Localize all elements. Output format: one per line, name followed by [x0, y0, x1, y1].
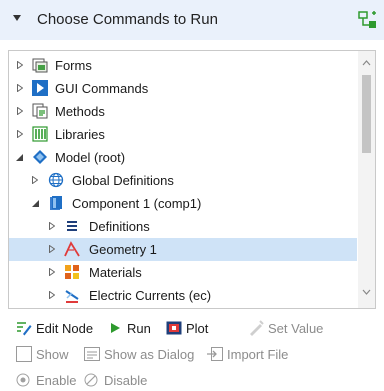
- show-as-dialog-button[interactable]: Show as Dialog: [84, 346, 200, 363]
- component-icon: [50, 196, 62, 210]
- import-file-button[interactable]: Import File: [207, 346, 307, 363]
- tree-item-label: Forms: [55, 58, 92, 73]
- collapse-arrow-icon[interactable]: [32, 200, 39, 207]
- tree-item-label: Component 1 (comp1): [72, 196, 202, 211]
- tree-item-label: Global Definitions: [72, 173, 174, 188]
- expand-arrow-icon[interactable]: [17, 130, 23, 138]
- tree-item-definitions[interactable]: Definitions: [9, 215, 357, 238]
- collapse-arrow-icon[interactable]: [16, 154, 23, 161]
- panel-header: Choose Commands to Run: [0, 0, 384, 40]
- tree-item-global-definitions[interactable]: Global Definitions: [9, 169, 357, 192]
- forms-icon: [32, 58, 48, 73]
- tree-options-icon[interactable]: [358, 10, 378, 30]
- tree-item-libraries[interactable]: Libraries: [9, 123, 357, 146]
- disable-icon: [84, 373, 98, 387]
- methods-icon: [32, 103, 48, 119]
- expand-arrow-icon[interactable]: [17, 107, 23, 115]
- edit-node-button[interactable]: Edit Node: [16, 320, 104, 337]
- set-value-icon: [250, 320, 264, 336]
- geometry-icon: [64, 241, 80, 257]
- model-root-icon: [33, 150, 47, 164]
- tree-item-label: Geometry 1: [89, 242, 157, 257]
- tree-item-label: Definitions: [89, 219, 150, 234]
- tree-item-label: Methods: [55, 104, 105, 119]
- libraries-icon: [32, 126, 48, 142]
- plot-button[interactable]: Plot: [166, 320, 228, 337]
- tree-item-methods[interactable]: Methods: [9, 100, 357, 123]
- scroll-up-arrow-icon[interactable]: [362, 59, 371, 67]
- panel-title: Choose Commands to Run: [37, 11, 218, 28]
- tree-scrollbar[interactable]: [358, 51, 375, 308]
- import-file-icon: [207, 347, 223, 361]
- tree-item-label: Libraries: [55, 127, 105, 142]
- disable-button[interactable]: Disable: [84, 372, 154, 389]
- expand-arrow-icon[interactable]: [49, 291, 55, 299]
- global-definitions-icon: [48, 172, 64, 188]
- scroll-down-arrow-icon[interactable]: [362, 288, 371, 296]
- show-as-dialog-icon: [84, 347, 100, 361]
- expand-arrow-icon[interactable]: [17, 84, 23, 92]
- definitions-icon: [67, 221, 77, 231]
- tree-item-label: Model (root): [55, 150, 126, 165]
- expand-arrow-icon[interactable]: [49, 245, 55, 253]
- collapse-arrow-icon[interactable]: [13, 15, 21, 21]
- tree-item-label: Electric Currents (ec): [89, 288, 212, 303]
- enable-icon: [16, 373, 30, 387]
- show-button[interactable]: Show: [16, 346, 80, 363]
- tree-item-materials[interactable]: Materials: [9, 261, 357, 284]
- command-tree[interactable]: Forms GUI Commands Methods Libraries Mod…: [8, 50, 376, 309]
- plot-icon: [166, 321, 182, 335]
- scrollbar-thumb[interactable]: [362, 75, 371, 153]
- electric-currents-icon: [65, 290, 79, 303]
- tree-item-forms[interactable]: Forms: [9, 54, 357, 77]
- tree-item-label: GUI Commands: [55, 81, 149, 96]
- expand-arrow-icon[interactable]: [49, 222, 55, 230]
- enable-button[interactable]: Enable: [16, 372, 80, 389]
- tree-item-component-1[interactable]: Component 1 (comp1): [9, 192, 357, 215]
- set-value-button[interactable]: Set Value: [248, 320, 338, 337]
- tree-item-gui-commands[interactable]: GUI Commands: [9, 77, 357, 100]
- materials-icon: [65, 265, 79, 279]
- expand-arrow-icon[interactable]: [17, 61, 23, 69]
- gui-commands-icon: [32, 80, 48, 96]
- edit-node-icon: [17, 322, 32, 336]
- run-button[interactable]: Run: [107, 320, 163, 337]
- expand-arrow-icon[interactable]: [49, 268, 55, 276]
- expand-arrow-icon[interactable]: [32, 176, 38, 184]
- tree-item-label: Materials: [89, 265, 142, 280]
- tree-item-geometry-1[interactable]: Geometry 1: [9, 238, 357, 261]
- tree-item-model-root[interactable]: Model (root): [9, 146, 357, 169]
- run-icon: [111, 323, 120, 333]
- tree-item-electric-currents[interactable]: Electric Currents (ec): [9, 284, 357, 307]
- show-icon: [16, 346, 32, 362]
